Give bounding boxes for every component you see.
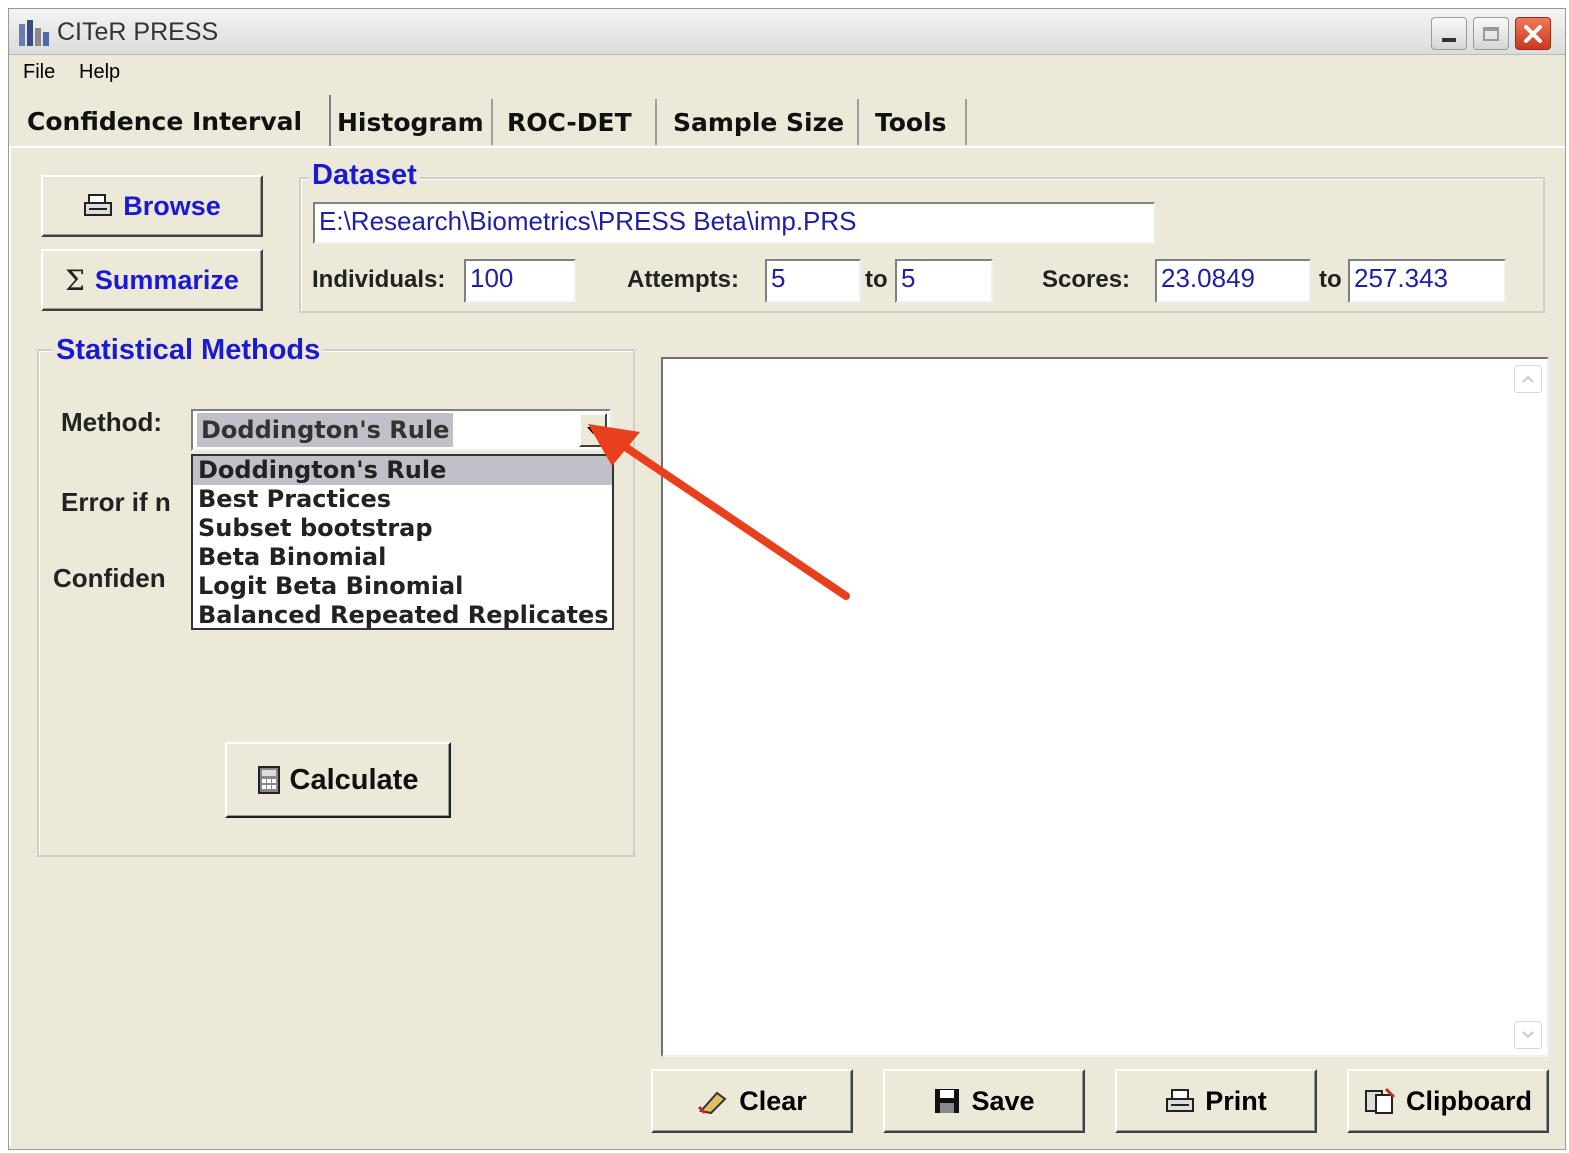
- method-option[interactable]: Doddington's Rule: [193, 456, 612, 485]
- calculator-icon: [257, 766, 280, 794]
- tab-histogram[interactable]: Histogram: [329, 99, 493, 145]
- summarize-label: Summarize: [94, 264, 239, 295]
- eraser-icon: [698, 1091, 727, 1115]
- menu-bar: File Help: [9, 56, 1565, 90]
- chevron-down-icon: [587, 427, 599, 434]
- title-bar: CITeR PRESS: [9, 9, 1565, 55]
- print-icon: [1166, 1089, 1195, 1112]
- save-button[interactable]: Save: [883, 1069, 1085, 1133]
- method-select[interactable]: Doddington's Rule: [191, 409, 611, 451]
- tab-roc-det[interactable]: ROC-DET: [499, 99, 657, 145]
- method-option[interactable]: Best Practices: [193, 485, 612, 514]
- confidence-label: Confiden: [53, 563, 166, 593]
- clipboard-button[interactable]: Clipboard: [1347, 1069, 1549, 1133]
- minimize-button[interactable]: [1431, 17, 1467, 50]
- browse-label: Browse: [123, 190, 221, 221]
- save-label: Save: [971, 1085, 1035, 1116]
- sigma-icon: Σ: [65, 263, 85, 297]
- scores-label: Scores:: [1042, 266, 1131, 293]
- menu-file[interactable]: File: [23, 61, 55, 84]
- print-button[interactable]: Print: [1115, 1069, 1317, 1133]
- window-title: CITeR PRESS: [57, 18, 219, 46]
- tab-sample-size[interactable]: Sample Size: [665, 99, 859, 145]
- method-option[interactable]: Beta Binomial: [193, 543, 612, 572]
- individuals-field[interactable]: 100: [464, 259, 576, 303]
- attempts-from-field[interactable]: 5: [765, 259, 861, 303]
- calculate-button[interactable]: Calculate: [225, 742, 451, 818]
- method-label: Method:: [61, 407, 163, 437]
- scores-from-field[interactable]: 23.0849: [1155, 259, 1311, 303]
- browse-button[interactable]: Browse: [41, 175, 263, 237]
- error-label: Error if n: [61, 487, 171, 517]
- attempts-to-label: to: [865, 266, 888, 293]
- dataset-path-field[interactable]: E:\Research\Biometrics\PRESS Beta\imp.PR…: [313, 202, 1155, 244]
- statistical-methods-title: Statistical Methods: [53, 334, 324, 367]
- dataset-title: Dataset: [309, 159, 420, 192]
- close-button[interactable]: [1515, 17, 1551, 50]
- method-dropdown-button[interactable]: [579, 413, 607, 447]
- menu-help[interactable]: Help: [79, 61, 120, 84]
- app-window: CITeR PRESS File Help Confidence Interva…: [8, 8, 1566, 1150]
- summarize-button[interactable]: Σ Summarize: [41, 249, 263, 311]
- calculate-label: Calculate: [289, 763, 419, 796]
- clear-label: Clear: [739, 1085, 807, 1116]
- method-dropdown-list: Doddington's Rule Best Practices Subset …: [191, 454, 614, 630]
- print-label: Print: [1205, 1085, 1267, 1116]
- floppy-icon: [935, 1089, 960, 1113]
- app-icon: [19, 20, 49, 46]
- maximize-icon: [1483, 26, 1499, 41]
- clipboard-label: Clipboard: [1406, 1085, 1532, 1116]
- printer-icon: [84, 194, 113, 216]
- chevron-down-icon: [1522, 1031, 1534, 1039]
- scores-to-field[interactable]: 257.343: [1348, 259, 1506, 303]
- method-option[interactable]: Subset bootstrap: [193, 514, 612, 543]
- individuals-label: Individuals:: [312, 266, 446, 293]
- minimize-icon: [1442, 37, 1456, 42]
- tab-panel-border: [9, 146, 1565, 148]
- tab-tools[interactable]: Tools: [867, 99, 967, 145]
- method-option[interactable]: Logit Beta Binomial: [193, 572, 612, 601]
- method-select-value: Doddington's Rule: [197, 413, 454, 447]
- tab-panel-border-left: [9, 146, 11, 1146]
- attempts-to-field[interactable]: 5: [895, 259, 993, 303]
- clipboard-icon: [1365, 1087, 1396, 1114]
- vertical-scrollbar[interactable]: [1511, 361, 1545, 1053]
- scroll-down-button[interactable]: [1514, 1021, 1542, 1049]
- tab-confidence-interval[interactable]: Confidence Interval: [19, 95, 331, 147]
- method-option[interactable]: Balanced Repeated Replicates: [193, 601, 612, 630]
- maximize-button[interactable]: [1473, 17, 1509, 50]
- results-output-area[interactable]: [661, 357, 1549, 1057]
- attempts-label: Attempts:: [627, 266, 739, 293]
- chevron-up-icon: [1522, 375, 1534, 383]
- scroll-up-button[interactable]: [1514, 365, 1542, 393]
- close-icon: [1524, 24, 1542, 43]
- scores-to-label: to: [1319, 266, 1342, 293]
- clear-button[interactable]: Clear: [651, 1069, 853, 1133]
